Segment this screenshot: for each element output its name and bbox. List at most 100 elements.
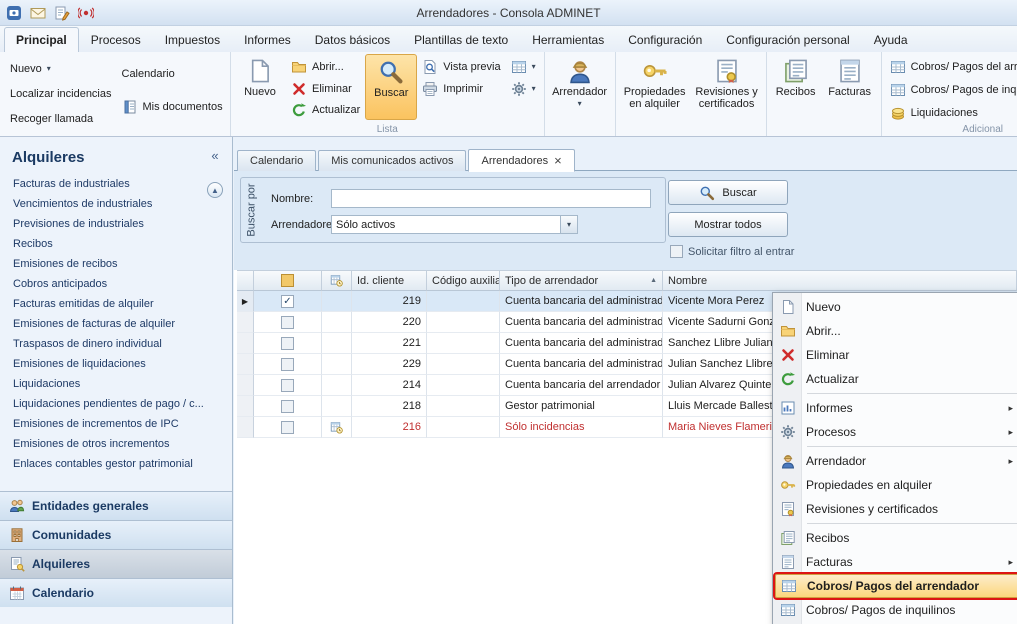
doc-tab-calendario[interactable]: Calendario <box>237 150 316 171</box>
doc-tab-mis-comunicados-activos[interactable]: Mis comunicados activos <box>318 150 466 171</box>
ribbon-tab-ayuda[interactable]: Ayuda <box>862 27 920 52</box>
ribbon-tab-principal[interactable]: Principal <box>4 27 79 52</box>
sidebar-item-emisiones-de-liquidaciones[interactable]: Emisiones de liquidaciones <box>0 354 232 374</box>
edit-note-icon[interactable] <box>52 3 72 23</box>
ribbon-tab-datos-b-sicos[interactable]: Datos básicos <box>303 27 402 52</box>
sidebar-item-facturas-emitidas-de-alquiler[interactable]: Facturas emitidas de alquiler <box>0 294 232 314</box>
ribbon-facturas-button[interactable]: Facturas <box>822 54 878 120</box>
ribbon-recoger-llamada[interactable]: Recoger llamada <box>5 109 117 129</box>
collapse-sidebar-button[interactable]: « <box>206 148 224 166</box>
ribbon-eliminar-button[interactable]: Eliminar <box>286 79 365 99</box>
mostrar-todos-button[interactable]: Mostrar todos <box>668 212 788 237</box>
sidebar-item-vencimientos-de-industriales[interactable]: Vencimientos de industriales <box>0 194 232 214</box>
menu-item-recibos[interactable]: Recibos <box>775 526 1017 550</box>
sidebar-section-alquileres[interactable]: Alquileres <box>0 549 232 578</box>
buscar-button[interactable]: Buscar <box>668 180 788 205</box>
menu-item-informes[interactable]: Informes▸ <box>775 396 1017 420</box>
ribbon-imprimir-button[interactable]: Imprimir <box>417 79 505 99</box>
column-header-tipo-de-arrendador[interactable]: Tipo de arrendador▲ <box>500 270 663 291</box>
scroll-up-button[interactable]: ▲ <box>207 182 223 198</box>
sidebar-item-emisiones-de-incrementos-de-ipc[interactable]: Emisiones de incrementos de IPC <box>0 414 232 434</box>
ribbon-propiedades-button[interactable]: Propiedades en alquiler <box>619 54 691 120</box>
edit-note-icon-glyph <box>54 5 70 21</box>
sidebar-item-facturas-de-industriales[interactable]: Facturas de industriales <box>0 174 232 194</box>
column-header-id-cliente[interactable]: Id. cliente <box>352 270 427 291</box>
ribbon-tab-configuraci-n-personal[interactable]: Configuración personal <box>714 27 861 52</box>
menu-item-arrendador[interactable]: Arrendador▸ <box>775 449 1017 473</box>
menu-item-eliminar[interactable]: Eliminar <box>775 343 1017 367</box>
row-checkbox[interactable] <box>281 400 294 413</box>
ribbon-recibos-button[interactable]: Recibos <box>770 54 822 120</box>
sidebar-item-cobros-anticipados[interactable]: Cobros anticipados <box>0 274 232 294</box>
ribbon-abrir-button[interactable]: Abrir... <box>286 57 365 77</box>
ribbon-tab-plantillas-de-texto[interactable]: Plantillas de texto <box>402 27 520 52</box>
call-recording-icon[interactable] <box>76 3 96 23</box>
menu-item-actualizar[interactable]: Actualizar <box>775 367 1017 391</box>
solicitar-filtro-checkbox[interactable] <box>670 245 683 258</box>
sidebar-section-calendario[interactable]: Calendario <box>0 578 232 607</box>
ribbon-buscar-button[interactable]: Buscar <box>365 54 417 120</box>
cell-tipo-de-arrendador: Cuenta bancaria del arrendador <box>500 375 663 396</box>
select-dropdown-button[interactable]: ▾ <box>560 216 577 233</box>
row-checkbox[interactable] <box>281 358 294 371</box>
submenu-arrow-icon: ▸ <box>1008 456 1017 467</box>
row-checkbox[interactable]: ✓ <box>281 295 294 308</box>
ribbon-settings-dropdown[interactable]: ▾ <box>506 79 541 99</box>
sidebar-item-emisiones-de-otros-incrementos[interactable]: Emisiones de otros incrementos <box>0 434 232 454</box>
sidebar-item-traspasos-de-dinero-individual[interactable]: Traspasos de dinero individual <box>0 334 232 354</box>
row-checkbox[interactable] <box>281 337 294 350</box>
doc-tab-arrendadores[interactable]: Arrendadores× <box>468 149 574 172</box>
sidebar-section-comunidades[interactable]: Comunidades <box>0 520 232 549</box>
sidebar-item-recibos[interactable]: Recibos <box>0 234 232 254</box>
menu-separator <box>807 523 1017 524</box>
app-icon[interactable] <box>4 3 24 23</box>
menu-item-abrir[interactable]: Abrir... <box>775 319 1017 343</box>
sidebar-item-emisiones-de-facturas-de-alquiler[interactable]: Emisiones de facturas de alquiler <box>0 314 232 334</box>
select-all-checkbox[interactable] <box>281 274 294 287</box>
column-header-codigo-auxiliar[interactable]: Código auxiliar <box>427 270 500 291</box>
menu-item-cobros-pagos-de-inquilinos[interactable]: Cobros/ Pagos de inquilinos <box>775 598 1017 622</box>
ribbon-nuevo-dropdown[interactable]: Nuevo▾ <box>5 59 117 79</box>
ribbon-layout-dropdown[interactable]: ▾ <box>506 57 541 77</box>
row-checkbox[interactable] <box>281 421 294 434</box>
printer-icon <box>422 81 438 97</box>
ribbon-actualizar-button[interactable]: Actualizar <box>286 100 365 120</box>
sidebar-item-liquidaciones-pendientes-de-pago-c[interactable]: Liquidaciones pendientes de pago / c... <box>0 394 232 414</box>
menu-item-cobros-pagos-del-arrendador[interactable]: Cobros/ Pagos del arrendador <box>775 574 1017 598</box>
menu-item-revisiones-y-certificados[interactable]: Revisiones y certificados <box>775 497 1017 521</box>
invoice-icon <box>837 58 863 84</box>
ribbon-tab-procesos[interactable]: Procesos <box>79 27 153 52</box>
arrendadores-select[interactable]: Sólo activos ▾ <box>331 215 578 234</box>
ribbon-cobros-pagos-de-inquilinos[interactable]: Cobros/ Pagos de inquilinos <box>885 80 1014 100</box>
ribbon-localizar-incidencias[interactable]: Localizar incidencias <box>5 84 117 104</box>
ribbon-tab-herramientas[interactable]: Herramientas <box>520 27 616 52</box>
sidebar-item-emisiones-de-recibos[interactable]: Emisiones de recibos <box>0 254 232 274</box>
ribbon-tab-impuestos[interactable]: Impuestos <box>153 27 232 52</box>
row-checkbox[interactable] <box>281 379 294 392</box>
calendario-label: Calendario <box>122 68 175 80</box>
row-checkbox-cell <box>254 375 322 396</box>
sidebar-item-liquidaciones[interactable]: Liquidaciones <box>0 374 232 394</box>
sidebar-section-entidades-generales[interactable]: Entidades generales <box>0 491 232 520</box>
sidebar-item-previsiones-de-industriales[interactable]: Previsiones de industriales <box>0 214 232 234</box>
menu-item-nuevo[interactable]: Nuevo <box>775 295 1017 319</box>
menu-item-propiedades-en-alquiler[interactable]: Propiedades en alquiler <box>775 473 1017 497</box>
menu-item-facturas[interactable]: Facturas▸ <box>775 550 1017 574</box>
ribbon-mis-documentos[interactable]: Mis documentos <box>117 97 228 117</box>
row-checkbox[interactable] <box>281 316 294 329</box>
column-header-nombre[interactable]: Nombre <box>663 270 1017 291</box>
ribbon-nuevo-button[interactable]: Nuevo <box>234 54 286 120</box>
ribbon-vista-previa-button[interactable]: Vista previa <box>417 57 505 77</box>
menu-item-procesos[interactable]: Procesos▸ <box>775 420 1017 444</box>
ribbon-tab-configuraci-n[interactable]: Configuración <box>616 27 714 52</box>
ribbon-liquidaciones[interactable]: Liquidaciones <box>885 103 1014 123</box>
ribbon-revisiones-button[interactable]: Revisiones y certificados <box>691 54 763 120</box>
mail-icon[interactable] <box>28 3 48 23</box>
ribbon-calendario[interactable]: Calendario <box>117 64 228 84</box>
ribbon-cobros-pagos-del-arrendador[interactable]: Cobros/ Pagos del arrendador <box>885 57 1014 77</box>
ribbon-tab-informes[interactable]: Informes <box>232 27 303 52</box>
close-tab-icon[interactable]: × <box>554 155 562 166</box>
sidebar-item-enlaces-contables-gestor-patrimonial[interactable]: Enlaces contables gestor patrimonial <box>0 454 232 474</box>
ribbon-arrendador-button[interactable]: Arrendador ▾ <box>548 54 612 120</box>
nombre-input[interactable] <box>331 189 651 208</box>
